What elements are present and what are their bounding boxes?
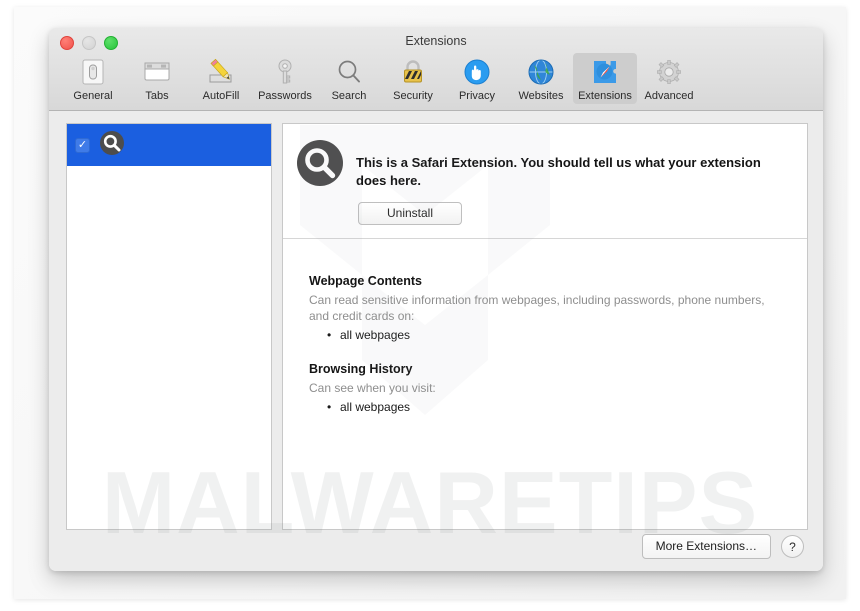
window-titlebar: Extensions General Tabs AutoFill Passwor… <box>49 28 823 111</box>
advanced-icon <box>653 56 685 88</box>
toolbar-label-general: General <box>73 90 113 102</box>
extensions-list[interactable]: ✓ <box>66 123 272 530</box>
permission-group-webpage-contents: Webpage Contents Can read sensitive info… <box>309 274 781 344</box>
toolbar-item-security[interactable]: Security <box>381 53 445 104</box>
toolbar-label-search: Search <box>331 90 367 102</box>
tabs-icon <box>141 56 173 88</box>
safari-preferences-window: Extensions General Tabs AutoFill Passwor… <box>49 28 823 571</box>
toolbar-item-websites[interactable]: Websites <box>509 53 573 104</box>
extensions-icon <box>589 56 621 88</box>
toolbar-item-privacy[interactable]: Privacy <box>445 53 509 104</box>
extension-enabled-checkbox[interactable]: ✓ <box>75 137 90 153</box>
toolbar-label-privacy: Privacy <box>458 90 496 102</box>
toolbar-label-autofill: AutoFill <box>202 90 240 102</box>
search-icon <box>333 56 365 88</box>
autofill-icon <box>205 56 237 88</box>
help-button[interactable]: ? <box>781 535 804 558</box>
list-item[interactable]: ✓ <box>67 124 271 166</box>
permission-description: Can see when you visit: <box>309 381 436 395</box>
toolbar-item-passwords[interactable]: Passwords <box>253 53 317 104</box>
extension-description: This is a Safari Extension. You should t… <box>356 155 761 188</box>
permission-items: all webpages <box>309 399 781 416</box>
toolbar-item-advanced[interactable]: Advanced <box>637 53 701 104</box>
general-icon <box>77 56 109 88</box>
toolbar-label-extensions: Extensions <box>578 90 632 102</box>
toolbar-item-search[interactable]: Search <box>317 53 381 104</box>
websites-icon <box>525 56 557 88</box>
toolbar-label-tabs: Tabs <box>145 90 169 102</box>
permissions-section: Webpage Contents Can read sensitive info… <box>283 239 807 416</box>
window-body: ✓ This is a Safari Extension. You should… <box>49 111 823 571</box>
window-title: Extensions <box>405 34 467 48</box>
toolbar-label-security: Security <box>393 90 433 102</box>
permission-group-browsing-history: Browsing History Can see when you visit:… <box>309 362 781 416</box>
permission-title: Browsing History <box>309 362 413 376</box>
passwords-icon <box>269 56 301 88</box>
preferences-toolbar: General Tabs AutoFill Passwords Search S… <box>49 53 823 104</box>
toolbar-label-advanced: Advanced <box>644 90 694 102</box>
security-icon <box>397 56 429 88</box>
toolbar-item-extensions[interactable]: Extensions <box>573 53 637 104</box>
magnifier-extension-icon <box>99 130 125 161</box>
window-footer: More Extensions… ? <box>641 534 804 559</box>
toolbar-item-autofill[interactable]: AutoFill <box>189 53 253 104</box>
extension-header: This is a Safari Extension. You should t… <box>283 124 807 239</box>
toolbar-label-websites: Websites <box>518 90 564 102</box>
magnifier-extension-icon <box>296 139 344 192</box>
extension-detail-panel: This is a Safari Extension. You should t… <box>282 123 808 530</box>
privacy-icon <box>461 56 493 88</box>
permission-items: all webpages <box>309 327 781 344</box>
permission-description: Can read sensitive information from webp… <box>309 293 765 323</box>
permission-title: Webpage Contents <box>309 274 422 288</box>
more-extensions-button[interactable]: More Extensions… <box>641 534 771 559</box>
list-item: all webpages <box>327 327 781 344</box>
toolbar-item-general[interactable]: General <box>61 53 125 104</box>
toolbar-label-passwords: Passwords <box>258 90 312 102</box>
uninstall-button[interactable]: Uninstall <box>358 202 462 225</box>
list-item: all webpages <box>327 399 781 416</box>
toolbar-item-tabs[interactable]: Tabs <box>125 53 189 104</box>
